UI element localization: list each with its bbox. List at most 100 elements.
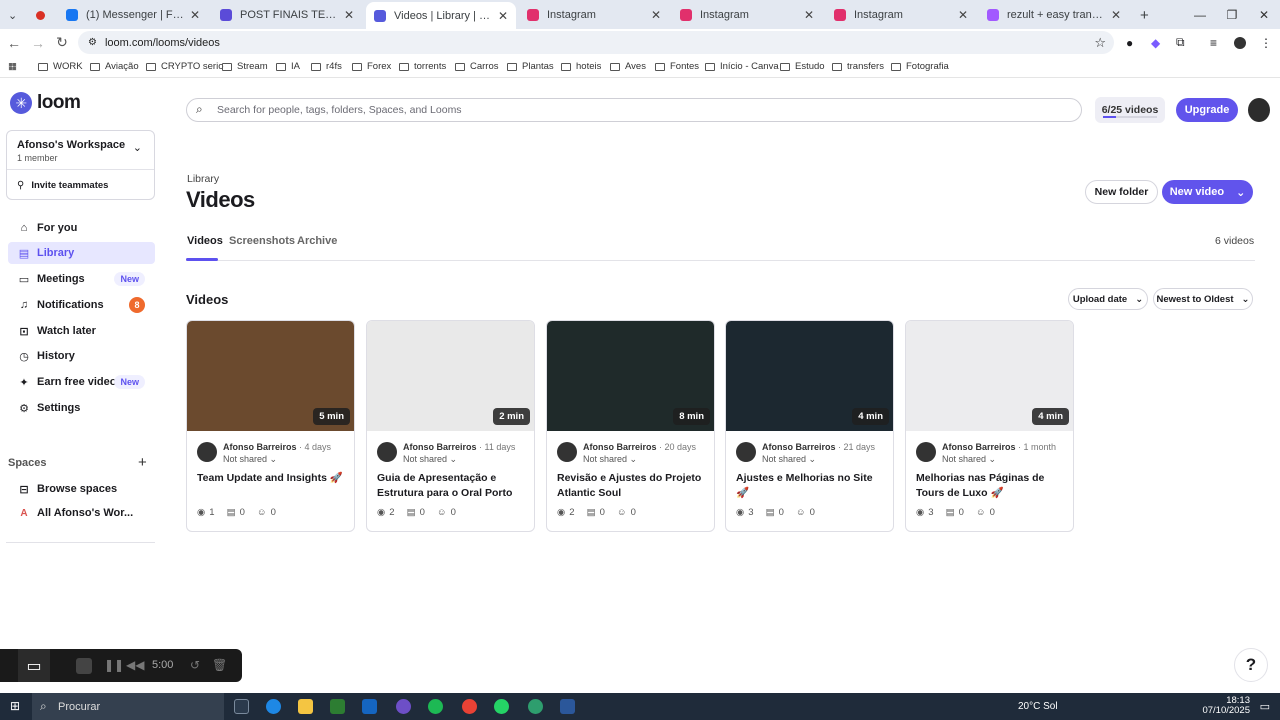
edge-icon[interactable] xyxy=(266,699,281,714)
media-controls-icon[interactable]: ≡ xyxy=(1210,36,1217,50)
share-status-dropdown[interactable]: Not shared ⌄ xyxy=(403,454,457,465)
bookmark-item[interactable]: transfers xyxy=(832,61,884,72)
spotify-icon[interactable] xyxy=(428,699,443,714)
bookmark-item[interactable]: CRYPTO serio xyxy=(146,61,223,72)
bookmark-item[interactable]: Forex xyxy=(352,61,391,72)
forward-button[interactable]: → xyxy=(26,35,50,51)
close-tab-icon[interactable]: ✕ xyxy=(958,8,968,22)
browser-tab[interactable]: Instagram ✕ xyxy=(672,4,822,26)
sidebar-item-space[interactable]: A All Afonso's Wor... xyxy=(8,502,155,524)
add-space-button[interactable]: + xyxy=(138,454,147,471)
bookmark-item[interactable]: Stream xyxy=(222,61,268,72)
rewind-icon[interactable]: ◀◀ xyxy=(126,658,144,672)
video-title[interactable]: Revisão e Ajustes do Projeto Atlantic So… xyxy=(557,471,707,501)
pause-icon[interactable]: ❚❚ xyxy=(104,658,124,672)
bookmark-item[interactable]: WORK xyxy=(38,61,83,72)
task-view-icon[interactable] xyxy=(234,699,249,714)
video-card[interactable]: 2 min Afonso Barreiros · 11 days Not share… xyxy=(366,320,535,532)
upgrade-button[interactable]: Upgrade xyxy=(1176,98,1238,122)
browser-tab[interactable]: rezult + easy transfer – Figjam ✕ xyxy=(979,4,1129,26)
bookmark-item[interactable]: Carros xyxy=(455,61,499,72)
discord-icon[interactable] xyxy=(396,699,411,714)
video-title[interactable]: Guia de Apresentação e Estrutura para o … xyxy=(377,471,527,501)
workspace-switcher[interactable]: Afonso's Workspace 1 member ⌄ ⚲ Invite te… xyxy=(6,130,155,200)
minimize-button[interactable]: — xyxy=(1184,0,1216,29)
new-folder-button[interactable]: New folder xyxy=(1085,180,1158,204)
search-input[interactable]: ⌕ Search for people, tags, folders, Spac… xyxy=(186,98,1082,122)
invite-teammates-button[interactable]: ⚲ Invite teammates xyxy=(7,169,154,200)
browser-tab[interactable]: Instagram ✕ xyxy=(519,4,669,26)
outlook-icon[interactable] xyxy=(362,699,377,714)
video-thumbnail[interactable]: 5 min xyxy=(187,321,354,431)
notifications-icon[interactable]: ▭ xyxy=(1260,700,1270,713)
sidebar-item-watch-later[interactable]: ⊡ Watch later xyxy=(8,320,155,342)
extensions-puzzle-icon[interactable]: ⧉ xyxy=(1176,35,1185,50)
close-tab-icon[interactable]: ✕ xyxy=(344,8,354,22)
sidebar-item-library[interactable]: ▤ Library xyxy=(8,242,155,264)
maximize-button[interactable]: ❐ xyxy=(1216,0,1248,29)
browser-tab[interactable]: Instagram ✕ xyxy=(826,4,976,26)
extension-icon[interactable]: ● xyxy=(1126,36,1133,50)
bookmark-item[interactable]: hoteis xyxy=(561,61,601,72)
tab-search-button[interactable]: ⌄ xyxy=(0,4,24,26)
sidebar-item-settings[interactable]: ⚙ Settings xyxy=(8,397,155,419)
back-button[interactable]: ← xyxy=(2,35,26,51)
windows-start-icon[interactable]: ⊞ xyxy=(10,699,20,713)
bookmark-item[interactable]: Aves xyxy=(610,61,646,72)
file-explorer-icon[interactable] xyxy=(298,699,313,714)
video-card[interactable]: 5 min Afonso Barreiros · 4 days Not shared… xyxy=(186,320,355,532)
system-clock[interactable]: 18:13 07/10/2025 xyxy=(1202,696,1250,716)
url-field[interactable]: ⚙ loom.com/looms/videos ☆ xyxy=(78,31,1114,54)
video-thumbnail[interactable]: 4 min xyxy=(906,321,1073,431)
sidebar-item-notifications[interactable]: ♫ Notifications 8 xyxy=(8,294,155,316)
bookmark-item[interactable]: Estudo xyxy=(780,61,825,72)
sort-field-dropdown[interactable]: Upload date ⌄ xyxy=(1068,288,1148,310)
close-tab-icon[interactable]: ✕ xyxy=(804,8,814,22)
video-card[interactable]: 4 min Afonso Barreiros · 21 days Not share… xyxy=(725,320,894,532)
extension-icon-2[interactable]: ◆ xyxy=(1151,36,1160,50)
tab-archive[interactable]: Archive xyxy=(297,235,337,247)
new-tab-button[interactable]: + xyxy=(1132,4,1156,26)
video-thumbnail[interactable]: 8 min xyxy=(547,321,714,431)
recording-indicator[interactable] xyxy=(28,4,52,26)
browser-tab[interactable]: POST FINAIS TEMPLATES COR ✕ xyxy=(212,4,362,26)
bookmark-item[interactable]: Fotografia xyxy=(891,61,949,72)
sidebar-item-browse-spaces[interactable]: ⊟ Browse spaces xyxy=(8,478,155,500)
video-thumbnail[interactable]: 2 min xyxy=(367,321,534,431)
loom-logo[interactable]: ✳ loom xyxy=(10,92,81,114)
browser-tab[interactable]: Videos | Library | Loom ✕ xyxy=(366,2,516,29)
bookmark-item[interactable]: IA xyxy=(276,61,300,72)
stop-recording-button[interactable] xyxy=(76,658,92,674)
video-title[interactable]: Team Update and Insights 🚀 xyxy=(197,471,347,486)
video-card[interactable]: 4 min Afonso Barreiros · 1 month Not share… xyxy=(905,320,1074,532)
browser-menu-icon[interactable]: ⋮ xyxy=(1260,36,1272,50)
bookmark-item[interactable]: torrents xyxy=(399,61,446,72)
share-status-dropdown[interactable]: Not shared ⌄ xyxy=(942,454,996,465)
new-video-button[interactable]: New video ⌄ xyxy=(1162,180,1253,204)
share-status-dropdown[interactable]: Not shared ⌄ xyxy=(223,454,277,465)
whatsapp-icon[interactable] xyxy=(494,699,509,714)
video-title[interactable]: Melhorias nas Páginas de Tours de Luxo 🚀 xyxy=(916,471,1066,501)
bookmark-item[interactable]: Início - Canva xyxy=(705,61,779,72)
camera-icon[interactable]: ▭ xyxy=(18,649,50,682)
profile-icon[interactable] xyxy=(1234,36,1246,49)
video-title[interactable]: Ajustes e Melhorias no Site 🚀 xyxy=(736,471,886,501)
share-status-dropdown[interactable]: Not shared ⌄ xyxy=(583,454,637,465)
avatar[interactable] xyxy=(1248,98,1270,122)
site-info-icon[interactable]: ⚙ xyxy=(88,37,97,48)
close-tab-icon[interactable]: ✕ xyxy=(651,8,661,22)
video-quota[interactable]: 6/25 videos xyxy=(1095,97,1165,123)
video-thumbnail[interactable]: 4 min xyxy=(726,321,893,431)
browser-tab[interactable]: (1) Messenger | Facebook ✕ xyxy=(58,4,208,26)
bookmark-item[interactable]: Plantas xyxy=(507,61,554,72)
word-icon[interactable] xyxy=(560,699,575,714)
sidebar-item-for-you[interactable]: ⌂ For you xyxy=(8,217,155,239)
bookmark-item[interactable]: Aviação xyxy=(90,61,139,72)
close-window-button[interactable]: ✕ xyxy=(1248,0,1280,29)
breadcrumb[interactable]: Library xyxy=(187,173,219,185)
close-tab-icon[interactable]: ✕ xyxy=(190,8,200,22)
weather-widget[interactable]: 20°C Sol xyxy=(1018,701,1058,712)
close-tab-icon[interactable]: ✕ xyxy=(1111,8,1121,22)
chrome-icon[interactable] xyxy=(462,699,477,714)
taskbar-search[interactable]: ⌕ Procurar xyxy=(32,693,224,720)
